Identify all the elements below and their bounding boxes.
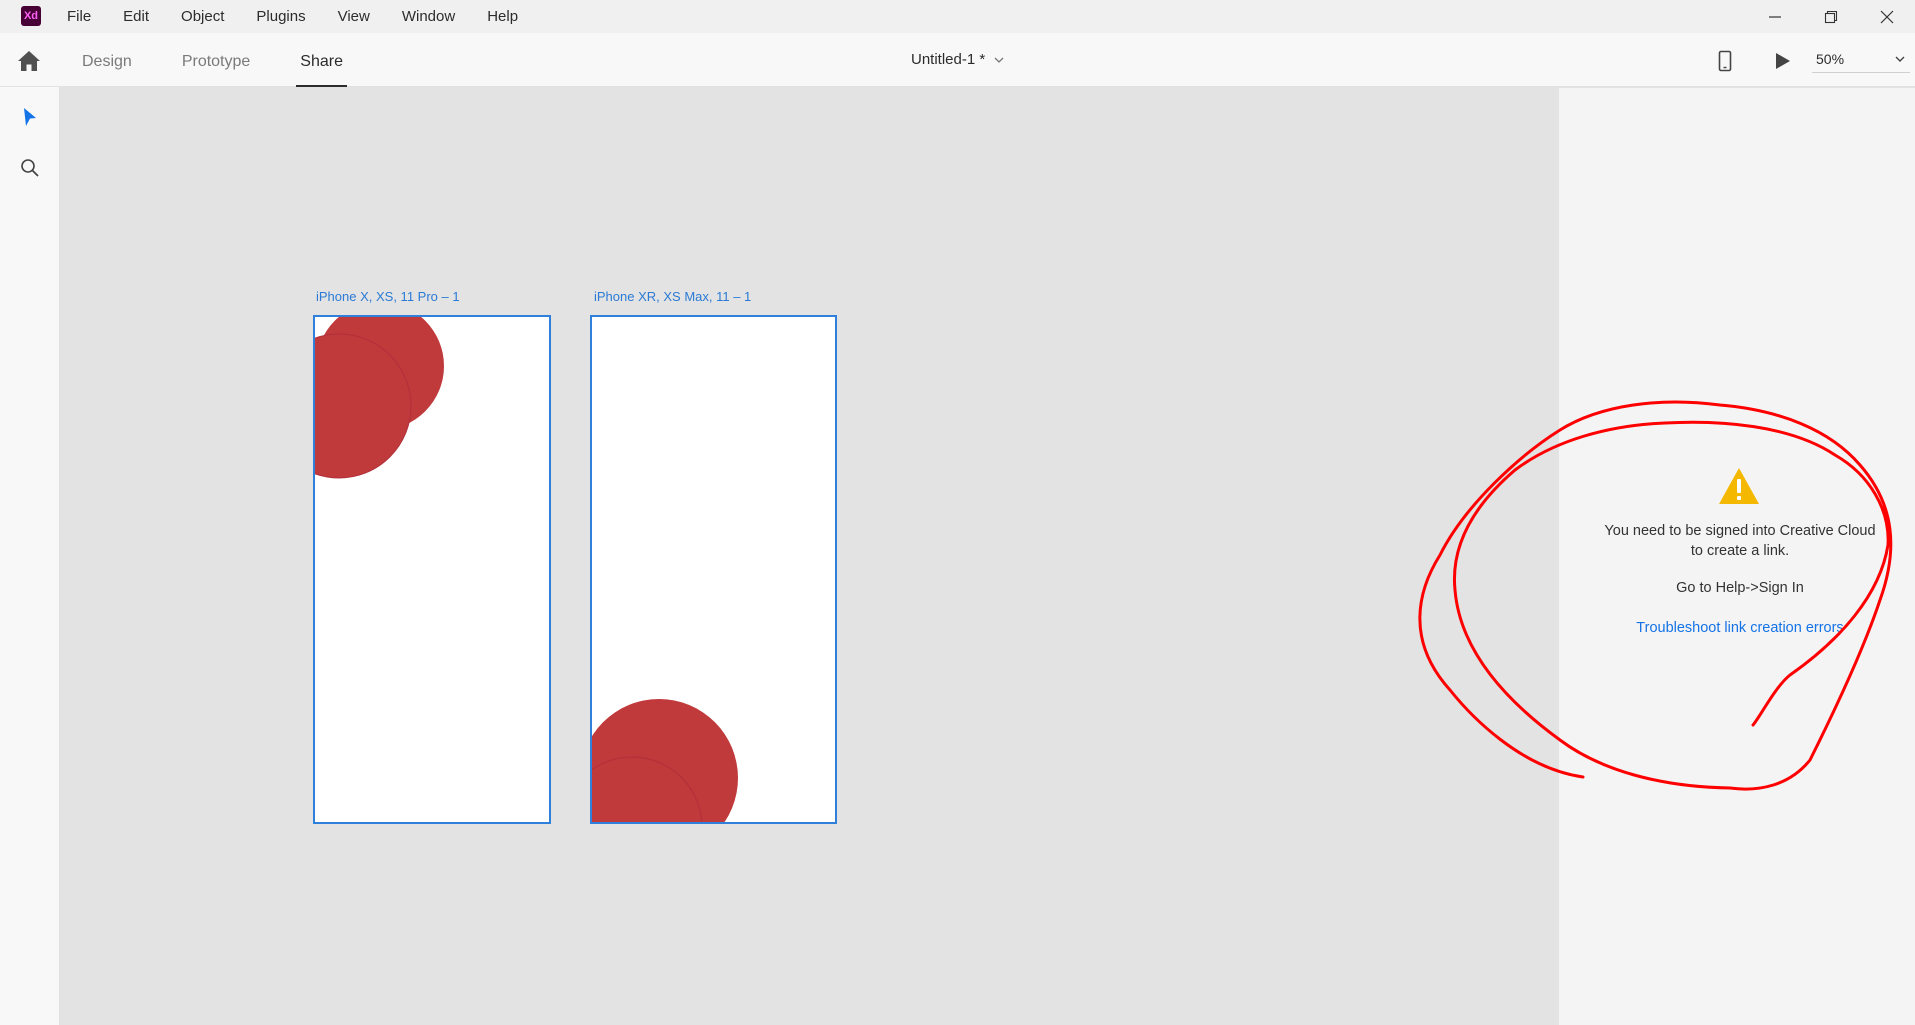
sign-in-instruction: Go to Help->Sign In — [1676, 580, 1804, 596]
minimize-button[interactable] — [1747, 0, 1803, 33]
tool-rail — [0, 87, 60, 1025]
artboard-iphone-x[interactable] — [313, 315, 551, 824]
close-button[interactable] — [1859, 0, 1915, 33]
menu-bar: Xd File Edit Object Plugins View Window … — [0, 0, 1915, 33]
close-icon — [1880, 10, 1894, 23]
desktop-preview-button[interactable] — [1772, 51, 1792, 71]
home-button[interactable] — [16, 49, 42, 73]
search-icon — [21, 159, 39, 177]
menu-file[interactable]: File — [63, 6, 95, 27]
window-controls — [1747, 0, 1915, 33]
document-title-dropdown[interactable]: Untitled-1 * — [911, 51, 1005, 68]
tab-share[interactable]: Share — [296, 33, 347, 87]
sign-in-required-message: You need to be signed into Creative Clou… — [1604, 523, 1876, 559]
zoom-value: 50% — [1816, 50, 1845, 67]
artboard-shapes — [592, 699, 738, 822]
restore-button[interactable] — [1803, 0, 1859, 33]
menu-edit[interactable]: Edit — [119, 6, 153, 27]
xd-logo-icon: Xd — [21, 6, 41, 26]
restore-icon — [1824, 10, 1838, 23]
mobile-device-icon — [1718, 50, 1732, 72]
menu-window[interactable]: Window — [398, 6, 459, 27]
main-menu: File Edit Object Plugins View Window Hel… — [63, 0, 546, 33]
device-preview-button[interactable] — [1716, 49, 1734, 73]
minimize-icon — [1769, 15, 1781, 18]
warning-icon — [1719, 468, 1759, 504]
artboard-iphone-xr[interactable] — [590, 315, 837, 824]
artboard-label[interactable]: iPhone XR, XS Max, 11 – 1 — [594, 289, 751, 304]
zoom-tool[interactable] — [19, 157, 41, 179]
menu-help[interactable]: Help — [483, 6, 522, 27]
chevron-down-icon — [994, 57, 1004, 63]
home-icon — [18, 51, 40, 71]
select-tool[interactable] — [19, 107, 41, 129]
chevron-down-icon — [1895, 56, 1905, 62]
play-icon — [1776, 53, 1790, 69]
artboard-shapes — [315, 317, 444, 479]
artboard-label[interactable]: iPhone X, XS, 11 Pro – 1 — [316, 289, 460, 304]
menu-view[interactable]: View — [334, 6, 374, 27]
menu-plugins[interactable]: Plugins — [252, 6, 309, 27]
tab-design[interactable]: Design — [78, 33, 136, 87]
troubleshoot-link[interactable]: Troubleshoot link creation errors — [1600, 620, 1880, 636]
document-title: Untitled-1 * — [911, 51, 986, 68]
mode-tabs: Design Prototype Share — [72, 33, 383, 87]
menu-object[interactable]: Object — [177, 6, 228, 27]
tab-prototype[interactable]: Prototype — [178, 33, 254, 87]
zoom-select[interactable]: 50% — [1812, 45, 1910, 73]
mode-toolbar: Design Prototype Share Untitled-1 * 50% — [0, 33, 1915, 87]
select-arrow-icon — [24, 108, 36, 126]
